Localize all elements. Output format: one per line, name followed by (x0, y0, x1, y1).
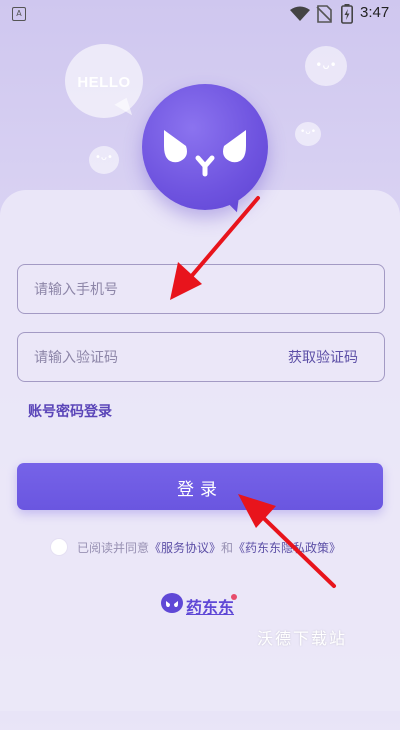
phone-input[interactable]: 请输入手机号 (34, 279, 118, 299)
agreement-prefix: 已阅读并同意 (77, 541, 150, 555)
watermark: 沃德下载站 (257, 629, 348, 648)
bubble-face: •ᴗ• (315, 58, 337, 72)
agreement-checkbox[interactable] (50, 538, 68, 556)
app-logo (142, 84, 268, 210)
brand-icon (161, 593, 183, 613)
password-login-link[interactable]: 账号密码登录 (28, 401, 112, 421)
logo-face-icon (164, 130, 246, 177)
no-sim-icon (316, 5, 332, 23)
bubble-face: •ᴗ• (95, 152, 113, 163)
login-button-label[interactable]: 登录 (17, 475, 383, 500)
status-bar: A 3:47 (0, 0, 400, 28)
agreement-conjunction: 和 (221, 541, 234, 555)
wifi-icon (290, 6, 310, 21)
battery-charging-icon (341, 4, 353, 24)
agreement-text: 已阅读并同意《服务协议》和《药东东隐私政策》 (77, 539, 341, 556)
bubble-face: •ᴗ• (299, 127, 317, 137)
get-code-button[interactable]: 获取验证码 (288, 347, 358, 367)
notification-icon: A (12, 7, 26, 21)
status-time: 3:47 (360, 4, 390, 21)
service-agreement-link[interactable]: 《服务协议》 (149, 541, 221, 555)
hello-text: HELLO (77, 74, 131, 91)
verification-code-input[interactable]: 请输入验证码 (34, 347, 118, 367)
brand-name: 药东东 (186, 598, 235, 617)
privacy-policy-link[interactable]: 《药东东隐私政策》 (233, 541, 341, 555)
brand-dot (231, 594, 237, 600)
